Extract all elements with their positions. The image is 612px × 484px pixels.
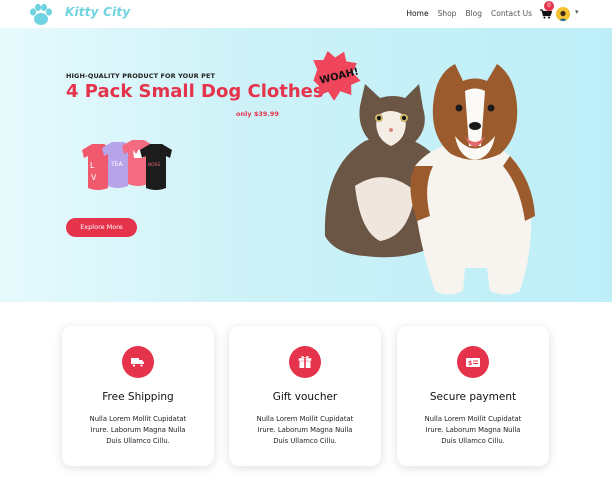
explore-more-button[interactable]: Explore More [66,218,137,237]
delivery-truck-icon [131,358,144,368]
hero-banner: HIGH-QUALITY PRODUCT FOR YOUR PET 4 Pack… [0,28,612,302]
feature-card-gift: Gift voucher Nulla Lorem Mollit Cupidata… [229,326,381,466]
feature-title: Free Shipping [102,391,174,403]
feature-icon-badge: $ [457,346,489,378]
user-avatar-icon [556,8,570,21]
feature-title: Gift voucher [272,391,338,403]
svg-text:BOSS: BOSS [148,162,160,168]
svg-text:TEA: TEA [110,161,123,168]
feature-card-shipping: Free Shipping Nulla Lorem Mollit Cupidat… [62,326,214,466]
nav-item-blog[interactable]: Blog [465,9,482,18]
site-header: Kitty City Home Shop Blog Contact Us 0 ▾ [0,0,612,28]
main-nav: Home Shop Blog Contact Us [406,9,532,18]
nav-item-home[interactable]: Home [406,9,428,18]
svg-text:$: $ [468,360,472,367]
product-image: L V TEA BOSS [82,140,172,190]
feature-description: Nulla Lorem Mollit Cupidatat Irure. Labo… [424,415,522,445]
feature-icon-badge [289,346,321,378]
hero-tagline: HIGH-QUALITY PRODUCT FOR YOUR PET [66,72,216,80]
nav-item-contact[interactable]: Contact Us [491,9,532,18]
paw-icon[interactable] [28,3,54,27]
brand-name[interactable]: Kitty City [65,5,130,19]
feature-icon-badge [122,346,154,378]
woah-sticker: WOAH! [313,50,361,101]
avatar[interactable] [556,7,570,21]
svg-text:L: L [90,161,95,170]
gift-icon [298,355,312,368]
secure-payment-icon: $ [466,358,480,367]
feature-title: Secure payment [429,391,517,403]
pets-image: WOAH! [313,50,535,295]
user-menu-caret-icon[interactable]: ▾ [575,8,579,16]
nav-item-shop[interactable]: Shop [438,9,457,18]
hero-price: only $39.99 [236,110,279,118]
feature-description: Nulla Lorem Mollit Cupidatat Irure. Labo… [89,415,187,445]
svg-text:V: V [91,173,97,182]
cart-count-badge: 0 [544,1,554,11]
feature-card-payment: $ Secure payment Nulla Lorem Mollit Cupi… [397,326,549,466]
feature-description: Nulla Lorem Mollit Cupidatat Irure. Labo… [256,415,354,445]
hero-title: 4 Pack Small Dog Clothes [66,81,324,102]
